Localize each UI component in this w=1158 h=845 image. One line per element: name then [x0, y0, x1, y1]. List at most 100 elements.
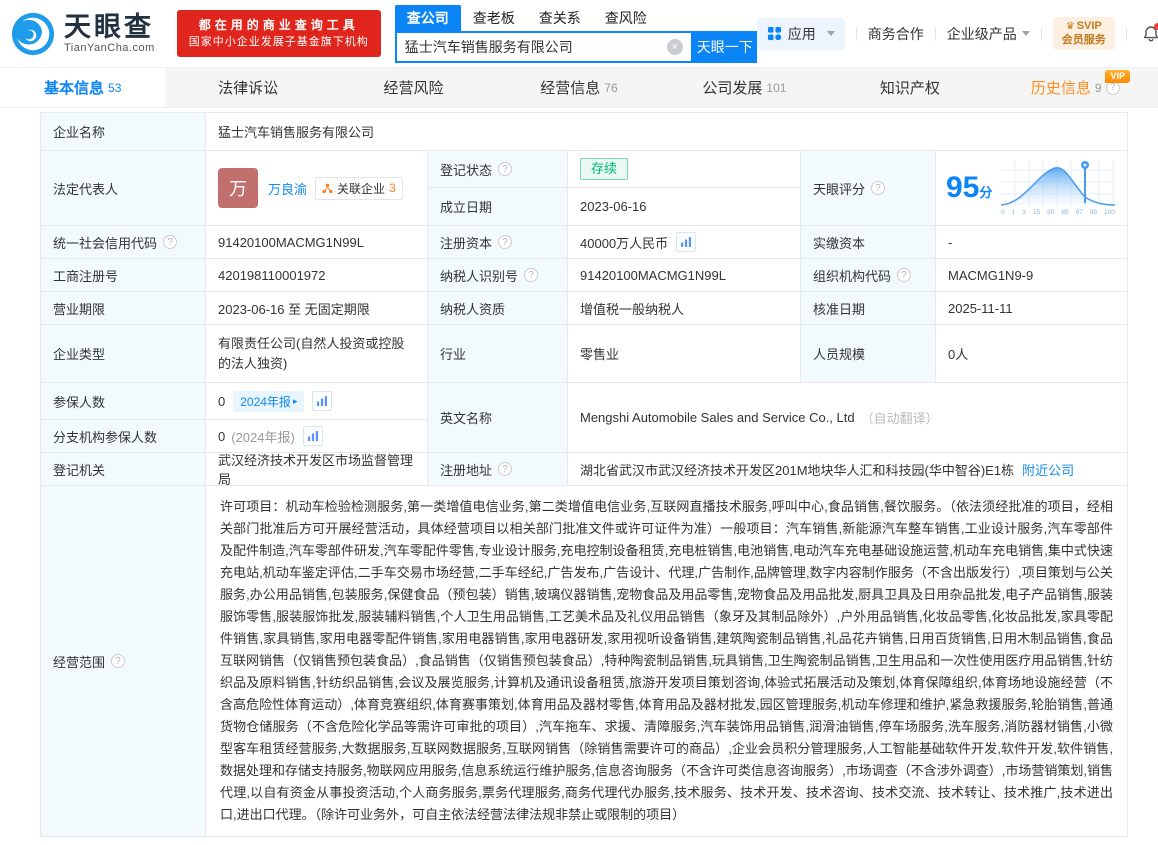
arrow-right-icon: ▸: [292, 395, 298, 406]
taxpayer-id-label: 纳税人识别号 ?: [428, 259, 568, 292]
establish-date-label: 成立日期: [428, 188, 568, 226]
search-button[interactable]: 天眼一下: [692, 30, 757, 63]
business-term-label: 营业期限: [41, 292, 206, 325]
org-link-icon: [322, 183, 333, 193]
industry-label: 行业: [428, 325, 568, 383]
score-axis: 0 1 3 15 50 85 97 99 100: [1001, 209, 1115, 217]
english-name-value: Mengshi Automobile Sales and Service Co.…: [580, 410, 855, 425]
taxpayer-quality-value: 增值税一般纳税人: [568, 292, 801, 325]
label-text: 注册地址: [440, 462, 493, 478]
nearby-companies-link[interactable]: 附近公司: [1022, 460, 1074, 479]
slogan-line-1: 都在用的商业查询工具: [198, 17, 359, 32]
score-value: 95: [946, 171, 980, 204]
org-code-value: MACMG1N9-9: [936, 259, 1127, 292]
help-icon[interactable]: ?: [498, 162, 513, 176]
brand-domain: TianYanCha.com: [64, 41, 155, 54]
help-icon[interactable]: ?: [498, 235, 513, 249]
vip-flag: VIP: [1105, 70, 1130, 83]
caret-down-icon: [1021, 31, 1030, 36]
tab-intellectual-property[interactable]: 知识产权: [827, 68, 992, 107]
help-icon[interactable]: ?: [524, 268, 539, 282]
caret-down-icon: [826, 31, 835, 36]
top-nav: 应用 商务合作 企业级产品 ♛ SVIP 会员服务 此处有...: [756, 17, 1158, 50]
tab-company-development[interactable]: 公司发展 101: [662, 68, 827, 107]
company-type-text: 有限责任公司(自然人投资或控股的法人独资): [218, 336, 405, 371]
apps-menu[interactable]: 应用: [756, 17, 845, 50]
apps-label: 应用: [787, 25, 816, 42]
label-text: 组织机构代码: [813, 268, 892, 284]
slogan-line-2: 国家中小企业发展子基金旗下机构: [188, 36, 369, 49]
insured-count-cell: 0 2024年报 ▸: [206, 383, 428, 420]
tianyancha-logo[interactable]: 天眼查 TianYanCha.com: [10, 11, 155, 57]
notification-dot: [1153, 22, 1158, 30]
tab-label: 知识产权: [879, 80, 940, 97]
tab-history-info[interactable]: VIP 历史信息 9 ?: [993, 68, 1158, 107]
svip-member-badge[interactable]: ♛ SVIP 会员服务: [1052, 17, 1115, 50]
staff-size-value: 0人: [936, 325, 1127, 383]
search-tab-boss[interactable]: 查老板: [461, 5, 527, 31]
slogan-badge: 都在用的商业查询工具 国家中小企业发展子基金旗下机构: [176, 9, 381, 58]
reg-status-cell: 存续: [568, 151, 801, 188]
business-term-value: 2023-06-16 至 无固定期限: [206, 292, 428, 325]
help-icon[interactable]: ?: [163, 235, 178, 249]
tab-legal-litigation[interactable]: 法律诉讼: [165, 68, 330, 107]
label-text: 纳税人识别号: [440, 268, 519, 284]
tab-label: 法律诉讼: [218, 80, 279, 97]
status-badge: 存续: [580, 157, 629, 181]
divider: [855, 26, 857, 41]
branch-chart-icon[interactable]: [302, 426, 323, 446]
tab-label: 历史信息: [1030, 80, 1091, 97]
search-tab-relation[interactable]: 查关系: [527, 5, 593, 31]
insured-chart-icon[interactable]: [312, 391, 333, 411]
reg-number-value: 420198110001972: [206, 259, 428, 292]
annual-report-badge[interactable]: 2024年报 ▸: [233, 390, 305, 412]
notifications-bell[interactable]: [1142, 22, 1158, 43]
company-name-value: 猛士汽车销售服务有限公司: [206, 113, 1127, 151]
auto-translate-note: （自动翻译）: [860, 411, 939, 426]
branch-insured-value: 0: [218, 428, 226, 444]
legal-rep-cell: 万 万良渝 关联企业 3: [206, 151, 428, 226]
help-icon[interactable]: ?: [897, 268, 912, 282]
annual-report-label: 2024年报: [240, 394, 291, 409]
logo-swirl-icon: [11, 12, 55, 55]
reg-number-label: 工商注册号: [41, 259, 206, 292]
branch-insured-label: 分支机构参保人数: [41, 420, 206, 453]
search-input[interactable]: [396, 38, 667, 55]
help-icon[interactable]: ?: [498, 462, 513, 476]
legal-rep-link[interactable]: 万良渝: [268, 179, 307, 198]
tab-count: 9: [1094, 80, 1102, 95]
paid-capital-value: -: [936, 226, 1127, 259]
tab-operation-info[interactable]: 经营信息 76: [496, 68, 661, 107]
credit-code-label: 统一社会信用代码 ?: [41, 226, 206, 259]
search-tab-company[interactable]: 查公司: [394, 4, 461, 31]
approval-date-label: 核准日期: [801, 292, 936, 325]
tab-basic-info[interactable]: 基本信息 53: [0, 68, 166, 107]
label-text: 统一社会信用代码: [53, 235, 158, 251]
org-code-label: 组织机构代码 ?: [801, 259, 936, 292]
nav-enterprise-products[interactable]: 企业级产品: [947, 24, 1030, 44]
taxpayer-id-value: 91420100MACMG1N99L: [568, 259, 801, 292]
english-name-label: 英文名称: [428, 383, 568, 453]
taxpayer-quality-label: 纳税人资质: [428, 292, 568, 325]
tab-operation-risk[interactable]: 经营风险: [331, 68, 496, 107]
divider: [934, 26, 936, 41]
capital-chart-icon[interactable]: [676, 232, 697, 252]
help-icon[interactable]: ?: [111, 654, 126, 668]
reg-capital-label: 注册资本 ?: [428, 226, 568, 259]
branch-insured-cell: 0 (2024年报): [206, 420, 428, 453]
clear-search-icon[interactable]: ×: [666, 38, 683, 55]
help-icon[interactable]: ?: [871, 181, 886, 195]
company-name-label: 企业名称: [41, 113, 206, 151]
legal-rep-avatar[interactable]: 万: [218, 168, 258, 208]
search-tab-risk[interactable]: 查风险: [593, 5, 659, 31]
reg-address-value: 湖北省武汉市武汉经济技术开发区201M地块华人汇和科技园(华中智谷)E1栋: [580, 462, 1015, 478]
nav-business-cooperation[interactable]: 商务合作: [868, 24, 924, 44]
bell-curve-icon: [1000, 160, 1116, 207]
crown-icon: ♛: [1065, 20, 1075, 32]
score-unit: 分: [979, 185, 993, 200]
company-type-value: 有限责任公司(自然人投资或控股的法人独资): [206, 325, 428, 383]
search-tabs: 查公司 查老板 查关系 查风险: [394, 4, 757, 31]
apps-grid-icon: [767, 26, 782, 41]
related-companies-badge[interactable]: 关联企业 3: [315, 176, 403, 200]
score-label: 天眼评分 ?: [801, 151, 936, 226]
